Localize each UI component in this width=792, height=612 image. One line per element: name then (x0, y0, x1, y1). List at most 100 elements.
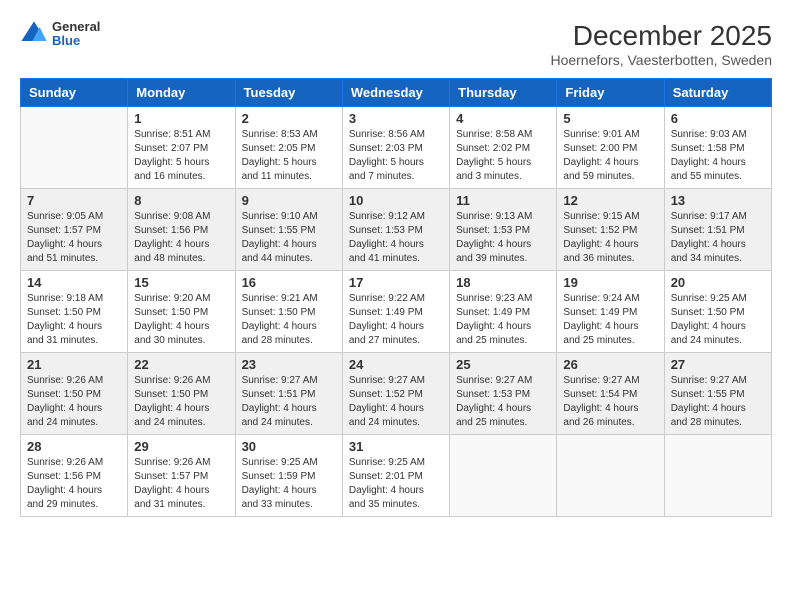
day-number: 12 (563, 193, 657, 208)
calendar-cell: 23Sunrise: 9:27 AMSunset: 1:51 PMDayligh… (235, 353, 342, 435)
day-info: Sunrise: 9:13 AMSunset: 1:53 PMDaylight:… (456, 210, 550, 266)
day-info: Sunrise: 9:26 AMSunset: 1:57 PMDaylight:… (134, 456, 228, 512)
calendar-week-row: 14Sunrise: 9:18 AMSunset: 1:50 PMDayligh… (21, 271, 772, 353)
day-info: Sunrise: 8:53 AMSunset: 2:05 PMDaylight:… (242, 128, 336, 184)
weekday-header-wednesday: Wednesday (342, 79, 449, 107)
day-info: Sunrise: 9:27 AMSunset: 1:55 PMDaylight:… (671, 374, 765, 430)
day-info: Sunrise: 9:08 AMSunset: 1:56 PMDaylight:… (134, 210, 228, 266)
calendar-cell: 28 Sunrise: 9:26 AMSunset: 1:56 PMDayligh… (21, 435, 128, 517)
calendar-table: SundayMondayTuesdayWednesdayThursdayFrid… (20, 78, 772, 517)
calendar-cell: 15Sunrise: 9:20 AMSunset: 1:50 PMDayligh… (128, 271, 235, 353)
day-number: 7 (27, 193, 121, 208)
calendar-cell: 2 Sunrise: 8:53 AMSunset: 2:05 PMDaylight… (235, 107, 342, 189)
day-info: Sunrise: 9:25 AMSunset: 2:01 PMDaylight:… (349, 456, 443, 512)
weekday-header-tuesday: Tuesday (235, 79, 342, 107)
calendar-cell: 13Sunrise: 9:17 AMSunset: 1:51 PMDayligh… (664, 189, 771, 271)
calendar-cell: 20 Sunrise: 9:25 AMSunset: 1:50 PMDayligh… (664, 271, 771, 353)
day-number: 3 (349, 111, 443, 126)
calendar-cell: 5 Sunrise: 9:01 AMSunset: 2:00 PMDaylight… (557, 107, 664, 189)
day-number: 22 (134, 357, 228, 372)
day-info: Sunrise: 9:24 AMSunset: 1:49 PMDaylight:… (563, 292, 657, 348)
logo: General Blue (20, 20, 100, 49)
day-info: Sunrise: 9:12 AMSunset: 1:53 PMDaylight:… (349, 210, 443, 266)
day-number: 21 (27, 357, 121, 372)
day-info: Sunrise: 9:26 AMSunset: 1:50 PMDaylight:… (134, 374, 228, 430)
day-info: Sunrise: 8:51 AMSunset: 2:07 PMDaylight:… (134, 128, 228, 184)
calendar-cell (664, 435, 771, 517)
calendar-cell: 11 Sunrise: 9:13 AMSunset: 1:53 PMDayligh… (450, 189, 557, 271)
day-number: 2 (242, 111, 336, 126)
day-number: 29 (134, 439, 228, 454)
day-number: 18 (456, 275, 550, 290)
calendar-cell: 9Sunrise: 9:10 AMSunset: 1:55 PMDaylight… (235, 189, 342, 271)
page-header: General Blue December 2025 Hoernefors, V… (20, 20, 772, 68)
calendar-cell: 19Sunrise: 9:24 AMSunset: 1:49 PMDayligh… (557, 271, 664, 353)
weekday-header-friday: Friday (557, 79, 664, 107)
calendar-cell: 1 Sunrise: 8:51 AMSunset: 2:07 PMDaylight… (128, 107, 235, 189)
day-number: 14 (27, 275, 121, 290)
day-info: Sunrise: 9:15 AMSunset: 1:52 PMDaylight:… (563, 210, 657, 266)
logo-blue-text: Blue (52, 34, 100, 48)
calendar-week-row: 21 Sunrise: 9:26 AMSunset: 1:50 PMDayligh… (21, 353, 772, 435)
day-number: 15 (134, 275, 228, 290)
calendar-cell: 26 Sunrise: 9:27 AMSunset: 1:54 PMDayligh… (557, 353, 664, 435)
calendar-cell: 10 Sunrise: 9:12 AMSunset: 1:53 PMDayligh… (342, 189, 449, 271)
day-number: 11 (456, 193, 550, 208)
day-info: Sunrise: 8:56 AMSunset: 2:03 PMDaylight:… (349, 128, 443, 184)
day-info: Sunrise: 9:23 AMSunset: 1:49 PMDaylight:… (456, 292, 550, 348)
day-info: Sunrise: 9:25 AMSunset: 1:59 PMDaylight:… (242, 456, 336, 512)
day-number: 24 (349, 357, 443, 372)
calendar-cell: 12 Sunrise: 9:15 AMSunset: 1:52 PMDayligh… (557, 189, 664, 271)
day-info: Sunrise: 9:25 AMSunset: 1:50 PMDaylight:… (671, 292, 765, 348)
calendar-cell (450, 435, 557, 517)
calendar-cell: 7 Sunrise: 9:05 AMSunset: 1:57 PMDaylight… (21, 189, 128, 271)
day-number: 17 (349, 275, 443, 290)
calendar-cell: 4Sunrise: 8:58 AMSunset: 2:02 PMDaylight… (450, 107, 557, 189)
day-info: Sunrise: 9:05 AMSunset: 1:57 PMDaylight:… (27, 210, 121, 266)
calendar-cell: 16Sunrise: 9:21 AMSunset: 1:50 PMDayligh… (235, 271, 342, 353)
weekday-header-monday: Monday (128, 79, 235, 107)
logo-icon (20, 20, 48, 48)
day-number: 28 (27, 439, 121, 454)
day-number: 6 (671, 111, 765, 126)
day-number: 26 (563, 357, 657, 372)
calendar-cell: 18 Sunrise: 9:23 AMSunset: 1:49 PMDayligh… (450, 271, 557, 353)
calendar-cell: 29 Sunrise: 9:26 AMSunset: 1:57 PMDayligh… (128, 435, 235, 517)
day-number: 30 (242, 439, 336, 454)
day-number: 20 (671, 275, 765, 290)
calendar-cell: 24Sunrise: 9:27 AMSunset: 1:52 PMDayligh… (342, 353, 449, 435)
calendar-cell: 25Sunrise: 9:27 AMSunset: 1:53 PMDayligh… (450, 353, 557, 435)
logo-text: General Blue (52, 20, 100, 49)
calendar-cell: 6 Sunrise: 9:03 AMSunset: 1:58 PMDaylight… (664, 107, 771, 189)
day-info: Sunrise: 9:27 AMSunset: 1:54 PMDaylight:… (563, 374, 657, 430)
calendar-week-row: 1 Sunrise: 8:51 AMSunset: 2:07 PMDaylight… (21, 107, 772, 189)
day-number: 27 (671, 357, 765, 372)
title-block: December 2025 Hoernefors, Vaesterbotten,… (550, 20, 772, 68)
day-info: Sunrise: 9:17 AMSunset: 1:51 PMDaylight:… (671, 210, 765, 266)
calendar-cell: 31Sunrise: 9:25 AMSunset: 2:01 PMDayligh… (342, 435, 449, 517)
day-info: Sunrise: 9:01 AMSunset: 2:00 PMDaylight:… (563, 128, 657, 184)
day-number: 5 (563, 111, 657, 126)
weekday-header-saturday: Saturday (664, 79, 771, 107)
day-number: 16 (242, 275, 336, 290)
day-number: 10 (349, 193, 443, 208)
calendar-cell: 22 Sunrise: 9:26 AMSunset: 1:50 PMDayligh… (128, 353, 235, 435)
calendar-cell: 30 Sunrise: 9:25 AMSunset: 1:59 PMDayligh… (235, 435, 342, 517)
day-number: 8 (134, 193, 228, 208)
weekday-header-thursday: Thursday (450, 79, 557, 107)
calendar-cell: 3 Sunrise: 8:56 AMSunset: 2:03 PMDaylight… (342, 107, 449, 189)
day-info: Sunrise: 9:03 AMSunset: 1:58 PMDaylight:… (671, 128, 765, 184)
calendar-cell: 27 Sunrise: 9:27 AMSunset: 1:55 PMDayligh… (664, 353, 771, 435)
calendar-week-row: 28 Sunrise: 9:26 AMSunset: 1:56 PMDayligh… (21, 435, 772, 517)
logo-general-text: General (52, 20, 100, 34)
calendar-cell: 8 Sunrise: 9:08 AMSunset: 1:56 PMDaylight… (128, 189, 235, 271)
calendar-cell (557, 435, 664, 517)
calendar-cell: 17Sunrise: 9:22 AMSunset: 1:49 PMDayligh… (342, 271, 449, 353)
calendar-cell: 14Sunrise: 9:18 AMSunset: 1:50 PMDayligh… (21, 271, 128, 353)
day-info: Sunrise: 9:26 AMSunset: 1:56 PMDaylight:… (27, 456, 121, 512)
day-number: 1 (134, 111, 228, 126)
main-title: December 2025 (550, 20, 772, 52)
calendar-cell (21, 107, 128, 189)
day-number: 4 (456, 111, 550, 126)
day-info: Sunrise: 9:26 AMSunset: 1:50 PMDaylight:… (27, 374, 121, 430)
